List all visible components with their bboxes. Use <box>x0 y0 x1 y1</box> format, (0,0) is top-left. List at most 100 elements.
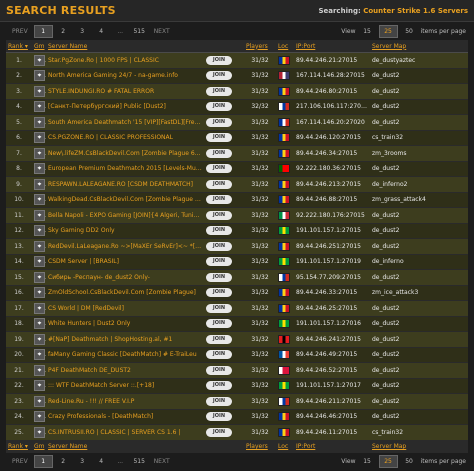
map-cell[interactable]: de_dust2 <box>370 223 468 239</box>
server-name-link[interactable]: RedDevil.LaLeagane.Ro ~>[MaXEr SeRvEr]<~… <box>46 238 204 255</box>
column-loc[interactable]: Loc <box>276 40 294 53</box>
ip-port-cell[interactable]: 89.44.246.46:27015 <box>294 409 370 425</box>
join-button[interactable]: JOIN <box>206 195 232 205</box>
top-page-1[interactable]: 1 <box>33 24 53 38</box>
table-row[interactable]: 2. ⌖ North America Gaming 24/7 - na-game.i… <box>6 68 468 84</box>
map-cell[interactable]: de_dust2 <box>370 161 468 177</box>
ip-port-cell[interactable]: 89.44.246.211:27015 <box>294 393 370 410</box>
map-cell[interactable]: de_dust2 <box>370 378 468 394</box>
map-cell[interactable]: de_dust2 <box>370 207 468 224</box>
column-map[interactable]: Server Map <box>370 40 468 53</box>
top-prev-button[interactable]: PREV <box>8 26 32 37</box>
ip-port-cell[interactable]: 89.44.246.120:27015 <box>294 130 370 146</box>
join-button[interactable]: JOIN <box>206 272 232 282</box>
ip-port-cell[interactable]: 89.44.246.80:27015 <box>294 83 370 100</box>
ip-port-cell[interactable]: 89.44.246.25:27015 <box>294 300 370 317</box>
server-name-link[interactable]: faMany Gaming Classic [DeathMatch] # E-T… <box>46 347 204 363</box>
table-row[interactable]: 3. ⌖ STYLE.INDUNGI.RO # FATAL ERROR JOIN 31/… <box>6 83 468 100</box>
server-name-link[interactable]: ::: WTF DeathMatch Server ::.[+18] <box>46 378 204 394</box>
map-cell[interactable]: de_dust2 <box>370 393 468 410</box>
map-cell[interactable]: de_dust2 <box>370 83 468 100</box>
map-cell[interactable]: de_dust2 <box>370 409 468 425</box>
ip-port-cell[interactable]: 89.44.246.213:27015 <box>294 176 370 193</box>
server-name-link[interactable]: Crazy Professionals - [DeathMatch] <box>46 409 204 425</box>
view-option-25[interactable]: 25 <box>378 455 398 468</box>
server-name-link[interactable]: [Санкт-Петербургский] Public [Dust2] <box>46 99 204 115</box>
ip-port-cell[interactable]: 89.44.246.52:27015 <box>294 362 370 379</box>
ip-port-cell[interactable]: 89.44.246.88:27015 <box>294 192 370 208</box>
table-row[interactable]: 19. ⌖ #[NaP] Deathmatch | ShopHosting.al, … <box>6 331 468 348</box>
server-name-link[interactable]: ZmOldSchool.CsBlackDevil.Com [Zombie Pla… <box>46 285 204 301</box>
map-cell[interactable]: de_dust2 <box>370 362 468 379</box>
map-cell[interactable]: de_dust2 <box>370 331 468 348</box>
ip-port-cell[interactable]: 191.101.157.1:27017 <box>294 378 370 394</box>
join-button[interactable]: JOIN <box>206 350 232 360</box>
ip-port-cell[interactable]: 167.114.146.20:27020 <box>294 114 370 131</box>
table-row[interactable]: 20. ⌖ faMany Gaming Classic [DeathMatch] #… <box>6 347 468 363</box>
ip-port-cell[interactable]: 89.44.246.21:27015 <box>294 52 370 69</box>
table-row[interactable]: 12. ⌖ Sky Gaming DD2 Only JOIN 31/32 191.101.… <box>6 223 468 239</box>
table-row[interactable]: 22. ⌖::: WTF DeathMatch Server ::.[+18] JO… <box>6 378 468 394</box>
map-cell[interactable]: de_inferno2 <box>370 176 468 193</box>
table-row[interactable]: 18. ⌖ White Hunters | Dust2 Only JOIN 31/32 1… <box>6 316 468 332</box>
table-row[interactable]: 5. ⌖ South America Deathmatch '15 [VIP][Fa… <box>6 114 468 131</box>
join-button[interactable]: JOIN <box>206 133 232 143</box>
map-cell[interactable]: de_inferno <box>370 254 468 270</box>
map-cell[interactable]: de_dust2 <box>370 238 468 255</box>
table-row[interactable]: 8. ⌖ European Premium Deathmatch 2015 [Lev… <box>6 161 468 177</box>
view-option-15[interactable]: 15 <box>359 456 376 467</box>
map-cell[interactable]: de_dust2 <box>370 269 468 286</box>
top-next-button[interactable]: NEXT <box>150 26 174 37</box>
ip-port-cell[interactable]: 191.101.157.1:27019 <box>294 254 370 270</box>
server-name-link[interactable]: STYLE.INDUNGI.RO # FATAL ERROR <box>46 83 204 100</box>
table-row[interactable]: 23. ⌖ Red-Line.Ru - !!! // FREE V.I.P JOIN 3… <box>6 393 468 410</box>
server-name-link[interactable]: New\.lifeZM.CsBlackDevil.Com [Zombie Pla… <box>46 145 204 162</box>
server-name-link[interactable]: European Premium Deathmatch 2015 [Levels… <box>46 161 204 177</box>
ip-port-cell[interactable]: 92.222.180.36:27015 <box>294 161 370 177</box>
join-button[interactable]: JOIN <box>206 102 232 112</box>
map-cell[interactable]: zm_ice_attack3 <box>370 285 468 301</box>
bottom-page-last[interactable]: 515 <box>131 456 148 467</box>
table-row[interactable]: 11. ⌖ Bella Napoli - EXPO Gaming [JOIN]{4 … <box>6 207 468 224</box>
ip-port-cell[interactable]: 217.106.106.117:27015 <box>294 99 370 115</box>
bottom-page-1[interactable]: 1 <box>33 455 53 468</box>
server-name-link[interactable]: WalkingDead.CsBlackDevil.Com [Zombie Pla… <box>46 192 204 208</box>
ip-port-cell[interactable]: 167.114.146.28:27015 <box>294 68 370 84</box>
table-row[interactable]: 15. ⌖ Сибирь -Респаун- de_dust2 Only- JOIN 3… <box>6 269 468 286</box>
bottom-page-4[interactable]: 4 <box>93 456 110 467</box>
map-cell[interactable]: de_dust2 <box>370 300 468 317</box>
map-cell[interactable]: de_dust2 <box>370 99 468 115</box>
map-cell[interactable]: de_dust2 <box>370 316 468 332</box>
join-button[interactable]: JOIN <box>206 396 232 406</box>
map-cell[interactable]: de_dust2 <box>370 68 468 84</box>
join-button[interactable]: JOIN <box>206 148 232 158</box>
server-name-link[interactable]: Сибирь -Респаун- de_dust2 Only- <box>46 269 204 286</box>
top-page-2[interactable]: 2 <box>55 26 72 37</box>
view-option-15[interactable]: 15 <box>359 26 376 37</box>
map-cell[interactable]: de_dust2 <box>370 114 468 131</box>
server-name-link[interactable]: CS.INTRUSII.RO | CLASSIC | SERVER CS 1.6… <box>46 424 204 441</box>
bottom-next-button[interactable]: NEXT <box>150 456 174 467</box>
join-button[interactable]: JOIN <box>206 55 232 65</box>
join-button[interactable]: JOIN <box>206 365 232 375</box>
join-button[interactable]: JOIN <box>206 86 232 96</box>
join-button[interactable]: JOIN <box>206 381 232 391</box>
server-name-link[interactable]: RESPAWN.LALEAGANE.RO [CSDM DEATHMATCH] <box>46 176 204 193</box>
table-row[interactable]: 7. ⌖ New\.lifeZM.CsBlackDevil.Com [Zombie … <box>6 145 468 162</box>
map-cell[interactable]: cs_train32 <box>370 424 468 441</box>
table-row[interactable]: 14. ⌖ CSDM Server | [BRASIL] JOIN 31/32 191.1… <box>6 254 468 270</box>
table-row[interactable]: 21. ⌖ P4F DeathMatch DE_DUST2 JOIN 31/32 89.4… <box>6 362 468 379</box>
ip-port-cell[interactable]: 89.44.246.34:27015 <box>294 145 370 162</box>
top-page-4[interactable]: 4 <box>93 26 110 37</box>
column-players[interactable]: Players <box>244 40 276 53</box>
server-name-link[interactable]: South America Deathmatch '15 [VIP][FastD… <box>46 114 204 131</box>
top-page-last[interactable]: 515 <box>131 26 148 37</box>
view-option-25[interactable]: 25 <box>378 24 398 38</box>
ip-port-cell[interactable]: 191.101.157.1:27015 <box>294 223 370 239</box>
table-row[interactable]: 24. ⌖ Crazy Professionals - [DeathMatch] JO… <box>6 409 468 425</box>
table-row[interactable]: 25. ⌖ CS.INTRUSII.RO | CLASSIC | SERVER CS… <box>6 424 468 441</box>
join-button[interactable]: JOIN <box>206 288 232 298</box>
join-button[interactable]: JOIN <box>206 179 232 189</box>
ip-port-cell[interactable]: 92.222.180.176:27015 <box>294 207 370 224</box>
map-cell[interactable]: de_dustyaztec <box>370 52 468 69</box>
